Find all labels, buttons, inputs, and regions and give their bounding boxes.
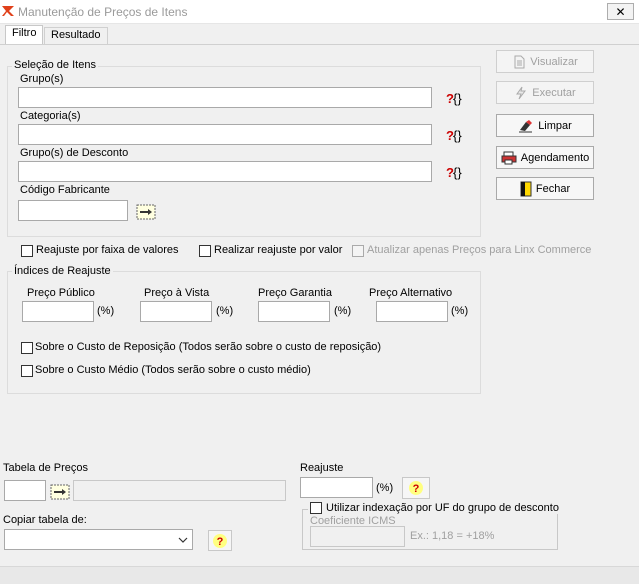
svg-text:?: ? [413,483,420,495]
reajuste-pct: (%) [376,482,394,494]
eraser-icon [519,119,533,132]
grupos-input[interactable] [18,87,432,108]
visualizar-button[interactable]: Visualizar [496,50,594,73]
categoria-input[interactable] [18,124,432,145]
document-icon [514,55,525,68]
linx-commerce-checkbox[interactable] [352,245,364,257]
preco-alternativo-pct: (%) [451,305,469,317]
custo-medio-checkbox[interactable] [21,365,33,377]
svg-text:{}: {} [453,165,462,180]
svg-text:{}: {} [453,91,462,106]
executar-label: Executar [532,86,576,99]
custo-reposicao-checkbox[interactable] [21,342,33,354]
help-icon: ? [409,481,423,495]
indexacao-uf-checkbox[interactable] [310,502,322,514]
visualizar-label: Visualizar [530,55,578,68]
reajuste-valor-label: Realizar reajuste por valor [214,244,343,256]
agendamento-button[interactable]: Agendamento [496,146,594,169]
limpar-button[interactable]: Limpar [496,114,594,137]
preco-garantia-pct: (%) [334,305,352,317]
preco-publico-input[interactable] [22,301,94,322]
pointing-hand-icon [50,484,69,499]
preco-garantia-label: Preço Garantia [258,287,332,299]
preco-vista-input[interactable] [140,301,212,322]
fechar-label: Fechar [535,182,571,195]
grupo-desconto-label: Grupo(s) de Desconto [20,147,129,159]
indices-reajuste-legend: Índices de Reajuste [12,265,113,277]
limpar-label: Limpar [538,119,572,132]
agendamento-label: Agendamento [520,151,590,164]
tabela-precos-label: Tabela de Preços [3,462,88,474]
close-icon: ✕ [615,4,626,19]
tab-resultado-label: Resultado [51,29,101,41]
svg-text:{}: {} [453,128,462,143]
reajuste-input[interactable] [300,477,373,498]
codigo-fabricante-label: Código Fabricante [20,184,110,196]
codigo-fabricante-input[interactable] [18,200,128,221]
tabela-precos-description [73,480,286,501]
preco-garantia-input[interactable] [258,301,330,322]
copiar-tabela-label: Copiar tabela de: [3,514,87,526]
lightning-icon [516,86,527,99]
grupos-help-button[interactable]: ? {} [444,87,465,108]
reajuste-label: Reajuste [300,462,344,474]
grupo-desconto-help-button[interactable]: ? {} [444,161,465,182]
copiar-tabela-select[interactable] [4,529,193,550]
coeficiente-icms-hint: Ex.: 1,18 = +18% [410,530,495,542]
linx-commerce-label: Atualizar apenas Preços para Linx Commer… [367,244,592,256]
preco-publico-label: Preço Público [27,287,95,299]
close-button[interactable]: ✕ [607,3,634,20]
preco-vista-pct: (%) [216,305,234,317]
indexacao-uf-legend: Utilizar indexação por UF do grupo de de… [308,502,561,514]
tabela-precos-search-button[interactable] [49,481,70,502]
preco-vista-label: Preço à Vista [144,287,210,299]
help-braces-icon: ? {} [446,91,462,106]
help-braces-icon: ? {} [446,165,462,180]
fechar-button[interactable]: Fechar [496,177,594,200]
window-title: Manutenção de Preços de Itens [18,5,188,19]
coeficiente-icms-input[interactable] [310,526,405,547]
custo-medio-label: Sobre o Custo Médio (Todos serão sobre o… [35,364,311,376]
status-bar [0,566,639,584]
grupos-label: Grupo(s) [20,73,64,85]
custo-reposicao-label: Sobre o Custo de Reposição (Todos serão … [35,341,382,353]
categoria-label: Categoria(s) [20,110,81,122]
grupo-desconto-input[interactable] [18,161,432,182]
executar-button[interactable]: Executar [496,81,594,104]
reajuste-help-button[interactable]: ? [402,477,430,499]
reajuste-faixa-checkbox[interactable] [21,245,33,257]
help-icon: ? [213,533,227,548]
preco-publico-pct: (%) [97,305,115,317]
chevron-down-icon [178,537,188,543]
selecao-itens-legend: Seleção de Itens [12,59,98,71]
app-logo-icon [2,6,14,16]
svg-text:?: ? [217,536,224,548]
help-braces-icon: ? {} [446,128,462,143]
tab-resultado[interactable]: Resultado [44,27,108,45]
pointing-hand-icon [136,204,155,219]
indexacao-uf-label: Utilizar indexação por UF do grupo de de… [326,502,559,514]
preco-alternativo-input[interactable] [376,301,448,322]
reajuste-valor-checkbox[interactable] [199,245,211,257]
tab-filtro-label: Filtro [12,27,37,39]
categoria-help-button[interactable]: ? {} [444,124,465,145]
codigo-fabricante-search-button[interactable] [135,201,156,222]
printer-schedule-icon [501,151,517,164]
reajuste-faixa-label: Reajuste por faixa de valores [36,244,179,256]
copiar-tabela-help-button[interactable]: ? [208,530,232,551]
preco-alternativo-label: Preço Alternativo [369,287,453,299]
tab-divider [0,44,639,45]
door-exit-icon [520,181,532,196]
tab-filtro[interactable]: Filtro [5,25,44,45]
tabela-precos-code-input[interactable] [4,480,46,501]
